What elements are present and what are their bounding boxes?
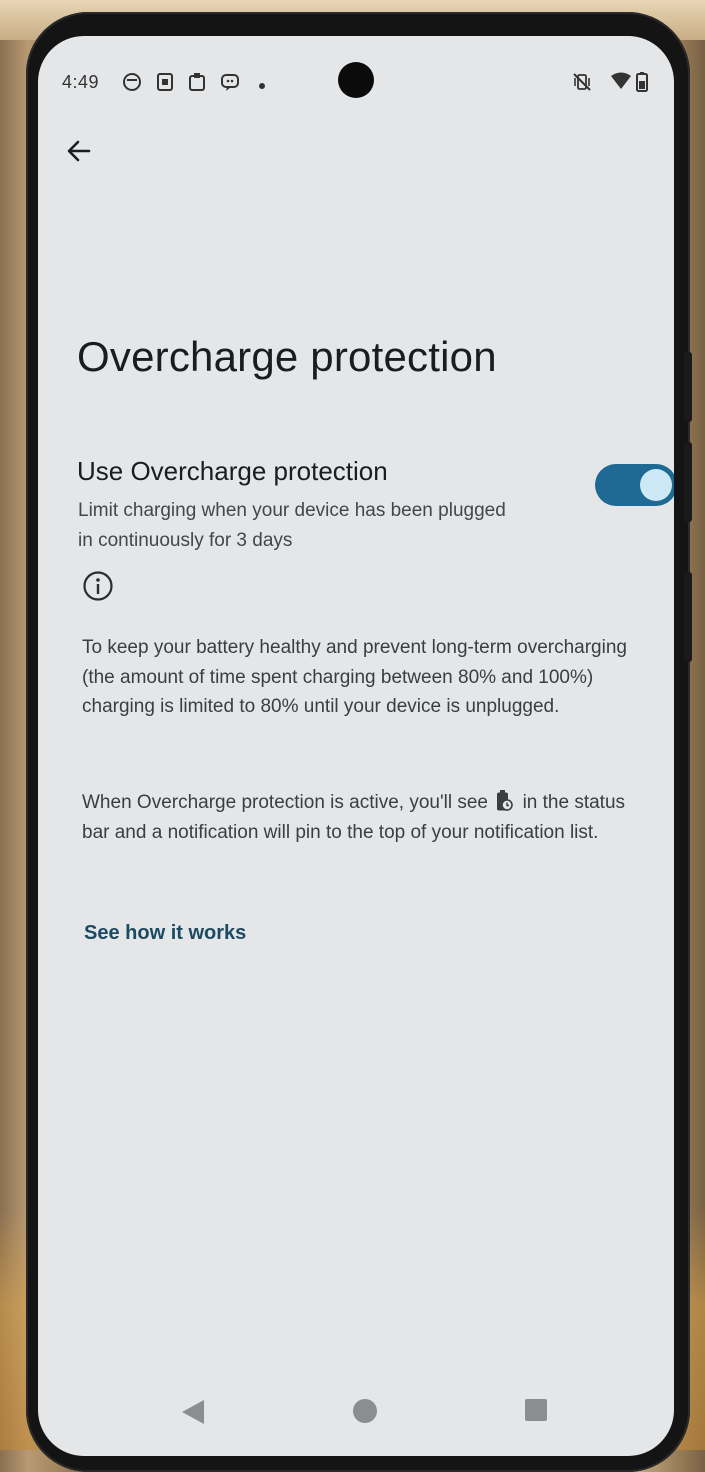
- battery-icon: [636, 72, 648, 96]
- info-paragraph-status: When Overcharge protection is active, yo…: [82, 788, 642, 847]
- camera-cutout: [338, 62, 374, 98]
- volume-up-button: [684, 352, 692, 422]
- wifi-icon: [610, 72, 632, 94]
- toggle-thumb: [640, 469, 672, 501]
- vibrate-off-icon: [572, 72, 592, 96]
- dot-icon: [258, 77, 266, 94]
- overcharge-protection-setting[interactable]: Use Overcharge protection Limit charging…: [77, 456, 674, 556]
- status-bar: 4:49: [38, 36, 674, 122]
- volume-down-button: [684, 442, 692, 522]
- message-icon: [220, 72, 240, 96]
- back-button[interactable]: [64, 136, 94, 166]
- info-paragraph-status-start: When Overcharge protection is active, yo…: [82, 792, 488, 813]
- page-title: Overcharge protection: [77, 333, 497, 380]
- sim-icon: [156, 72, 174, 96]
- nav-back-icon[interactable]: [182, 1400, 204, 1424]
- setting-title: Use Overcharge protection: [77, 456, 388, 486]
- phone-screen: 4:49 Overcharge protection Use Overcharg…: [38, 36, 674, 1456]
- nav-recents-icon[interactable]: [525, 1399, 547, 1421]
- clipboard-icon: [188, 72, 206, 96]
- navigation-bar: [38, 1376, 674, 1446]
- status-time: 4:49: [62, 72, 100, 92]
- shield-icon: [122, 72, 142, 96]
- arrow-back-icon: [67, 140, 91, 162]
- info-paragraph-battery: To keep your battery healthy and prevent…: [82, 637, 627, 717]
- setting-summary: Limit charging when your device has been…: [78, 500, 506, 551]
- nav-home-icon[interactable]: [353, 1399, 377, 1423]
- overcharge-protection-toggle[interactable]: [595, 464, 674, 506]
- see-how-it-works-link[interactable]: See how it works: [84, 922, 246, 945]
- battery-protect-icon: [495, 790, 514, 812]
- info-icon: [82, 570, 114, 602]
- power-button: [684, 572, 692, 662]
